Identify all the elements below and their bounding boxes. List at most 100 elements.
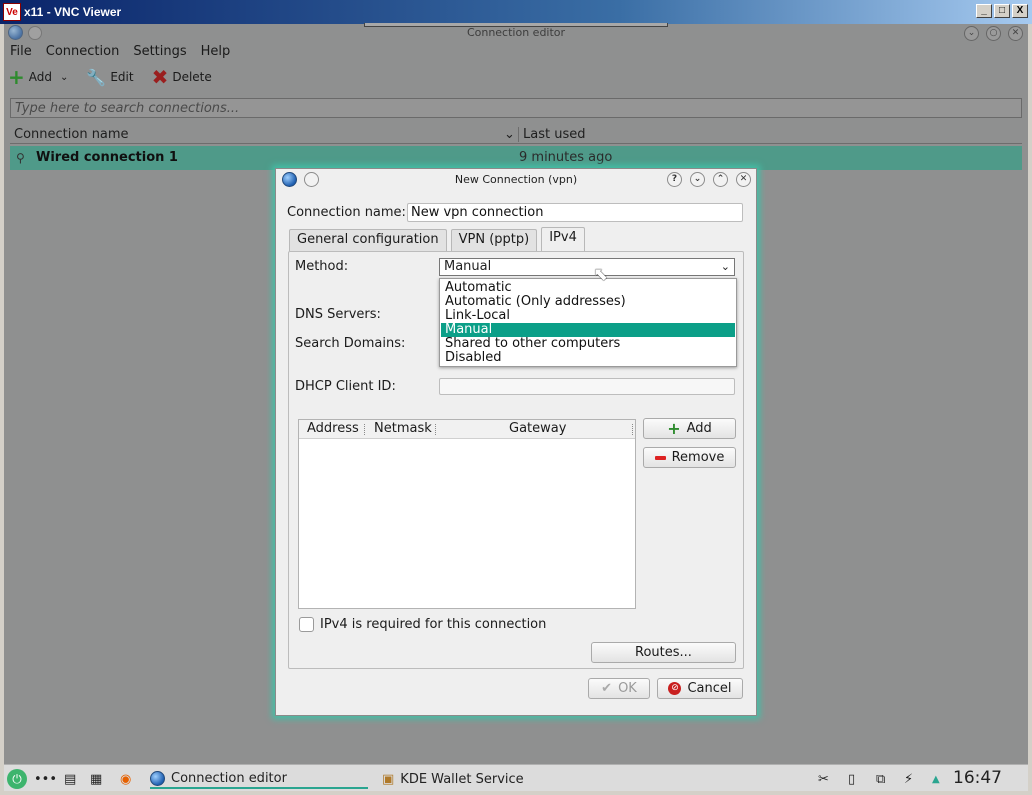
menu-connection[interactable]: Connection	[46, 44, 120, 59]
add-label: Add	[28, 70, 52, 84]
cancel-button[interactable]: ⊘ Cancel	[657, 678, 743, 699]
column-separator	[364, 424, 365, 435]
app-close-button[interactable]: ✕	[1008, 26, 1023, 41]
column-last-used[interactable]: Last used	[518, 127, 585, 142]
method-option-disabled[interactable]: Disabled	[441, 351, 735, 365]
network-plug-icon: ⚲	[16, 151, 25, 165]
plus-icon: +	[8, 65, 25, 89]
tab-vpn-pptp[interactable]: VPN (pptp)	[450, 229, 538, 251]
connection-row-name: Wired connection 1	[36, 150, 178, 165]
connection-row-last-used: 9 minutes ago	[519, 150, 613, 165]
connection-list-header: Connection name ⌄ Last used	[10, 126, 1022, 144]
tab-ipv4[interactable]: IPv4	[541, 227, 585, 251]
method-option-manual[interactable]: Manual	[441, 323, 735, 337]
tray-tools-icon[interactable]: ✂	[818, 769, 829, 789]
ipv4-required-label: IPv4 is required for this connection	[320, 617, 547, 632]
ipv4-required-checkbox[interactable]	[299, 617, 314, 632]
cancel-label: Cancel	[687, 681, 732, 696]
remove-address-label: Remove	[671, 450, 725, 465]
add-connection-button[interactable]: + Add ⌄	[8, 66, 68, 88]
dialog-tabs: General configuration VPN (pptp) IPv4	[289, 227, 585, 251]
column-netmask[interactable]: Netmask	[374, 421, 432, 436]
wrench-icon: 🔧	[86, 67, 107, 87]
column-address[interactable]: Address	[307, 421, 359, 436]
address-table-header: Address Netmask Gateway	[299, 420, 635, 439]
connection-row[interactable]: ⚲ Wired connection 1 9 minutes ago	[10, 146, 1022, 170]
taskbar-item-kde-wallet[interactable]: ▣ KDE Wallet Service	[382, 769, 524, 789]
tab-general-configuration[interactable]: General configuration	[289, 229, 447, 251]
remove-address-button[interactable]: Remove	[643, 447, 736, 468]
tray-clipboard-icon[interactable]: ▯	[848, 769, 855, 789]
method-option-link-local[interactable]: Link-Local	[441, 309, 735, 323]
delete-label: Delete	[172, 70, 212, 84]
menu-file[interactable]: File	[10, 44, 32, 59]
method-option-automatic-only-addresses[interactable]: Automatic (Only addresses)	[441, 295, 735, 309]
tray-network-icon[interactable]: ⧉	[876, 769, 885, 789]
menu-help[interactable]: Help	[201, 44, 231, 59]
globe-icon	[150, 770, 165, 786]
tray-expand-button[interactable]: ▲	[932, 769, 940, 789]
method-select[interactable]: Manual ⌄	[439, 258, 735, 276]
toolbar: + Add ⌄ 🔧 Edit ✖ Delete	[8, 65, 212, 89]
delete-connection-button[interactable]: ✖ Delete	[151, 65, 212, 89]
routes-button[interactable]: Routes...	[591, 642, 736, 663]
chevron-down-icon: ⌄	[60, 71, 69, 83]
search-domains-label: Search Domains:	[295, 336, 406, 351]
delete-x-icon: ✖	[151, 65, 169, 89]
add-address-label: Add	[686, 421, 712, 436]
new-connection-dialog: New Connection (vpn) ? ⌄ ⌃ ✕ Connection …	[275, 168, 757, 716]
ok-label: OK	[618, 681, 637, 696]
sort-chevron-icon[interactable]: ⌄	[504, 127, 515, 142]
method-select-value: Manual	[444, 259, 492, 274]
firefox-icon: ◉	[120, 771, 132, 787]
dhcp-client-id-label: DHCP Client ID:	[295, 379, 396, 394]
vnc-window-title: x11 - VNC Viewer	[24, 5, 122, 19]
dialog-titlebar: New Connection (vpn) ? ⌄ ⌃ ✕	[276, 169, 756, 191]
scissors-icon: ✂	[818, 771, 829, 787]
vnc-titlebar: Ve x11 - VNC Viewer _ □ X	[0, 0, 1032, 24]
clock[interactable]: 16:47	[953, 768, 1002, 788]
firefox-button[interactable]: ◉	[120, 769, 131, 789]
method-option-shared[interactable]: Shared to other computers	[441, 337, 735, 351]
method-label: Method:	[295, 259, 349, 274]
app-maximize-button[interactable]: ○	[986, 26, 1001, 41]
method-option-automatic[interactable]: Automatic	[441, 281, 735, 295]
add-address-button[interactable]: + Add	[643, 418, 736, 439]
taskbar: ⏻ ••• ▤ ▦ ◉ Connection editor ▣ KDE Wall…	[4, 764, 1028, 791]
connection-name-field[interactable]: New vpn connection	[407, 203, 743, 222]
wallet-icon: ▣	[382, 771, 395, 787]
file-manager-button[interactable]: ▦	[90, 769, 102, 789]
menu-settings[interactable]: Settings	[133, 44, 186, 59]
chevron-down-icon: ⌄	[720, 260, 730, 273]
app-minimize-button[interactable]: ⌄	[964, 26, 979, 41]
dots-icon: •••	[34, 771, 58, 787]
tray-connection-icon[interactable]: ⚡	[904, 769, 913, 789]
connection-name-label: Connection name:	[287, 205, 406, 220]
column-connection-name[interactable]: Connection name	[14, 127, 129, 142]
dialog-title: New Connection (vpn)	[454, 173, 578, 186]
column-gateway[interactable]: Gateway	[509, 421, 566, 436]
app-launcher-button[interactable]: ⏻	[7, 769, 27, 789]
dialog-close-button[interactable]: ✕	[736, 172, 751, 187]
dialog-minimize-button[interactable]: ⌄	[690, 172, 705, 187]
checkmark-icon: ✔	[601, 681, 613, 696]
ok-button[interactable]: ✔ OK	[588, 678, 650, 699]
help-button[interactable]: ?	[667, 172, 682, 187]
vnc-close-button[interactable]: X	[1012, 4, 1028, 18]
vnc-logo-icon: Ve	[3, 3, 21, 21]
column-separator	[632, 424, 633, 435]
search-input[interactable]: Type here to search connections...	[10, 98, 1022, 118]
edit-label: Edit	[110, 70, 134, 84]
show-desktop-button[interactable]: ▤	[64, 769, 76, 789]
dialog-maximize-button[interactable]: ⌃	[713, 172, 728, 187]
vnc-minimize-button[interactable]: _	[976, 4, 992, 18]
plus-icon: +	[667, 419, 681, 438]
address-table[interactable]: Address Netmask Gateway	[298, 419, 636, 609]
vnc-maximize-button[interactable]: □	[994, 4, 1010, 18]
edit-connection-button[interactable]: 🔧 Edit	[86, 66, 133, 88]
taskbar-item-connection-editor[interactable]: Connection editor	[150, 769, 368, 789]
method-dropdown-list: Automatic Automatic (Only addresses) Lin…	[439, 278, 737, 367]
dhcp-client-id-field[interactable]	[439, 378, 735, 395]
taskbar-more-button[interactable]: •••	[34, 769, 57, 789]
cancel-icon: ⊘	[668, 682, 682, 695]
